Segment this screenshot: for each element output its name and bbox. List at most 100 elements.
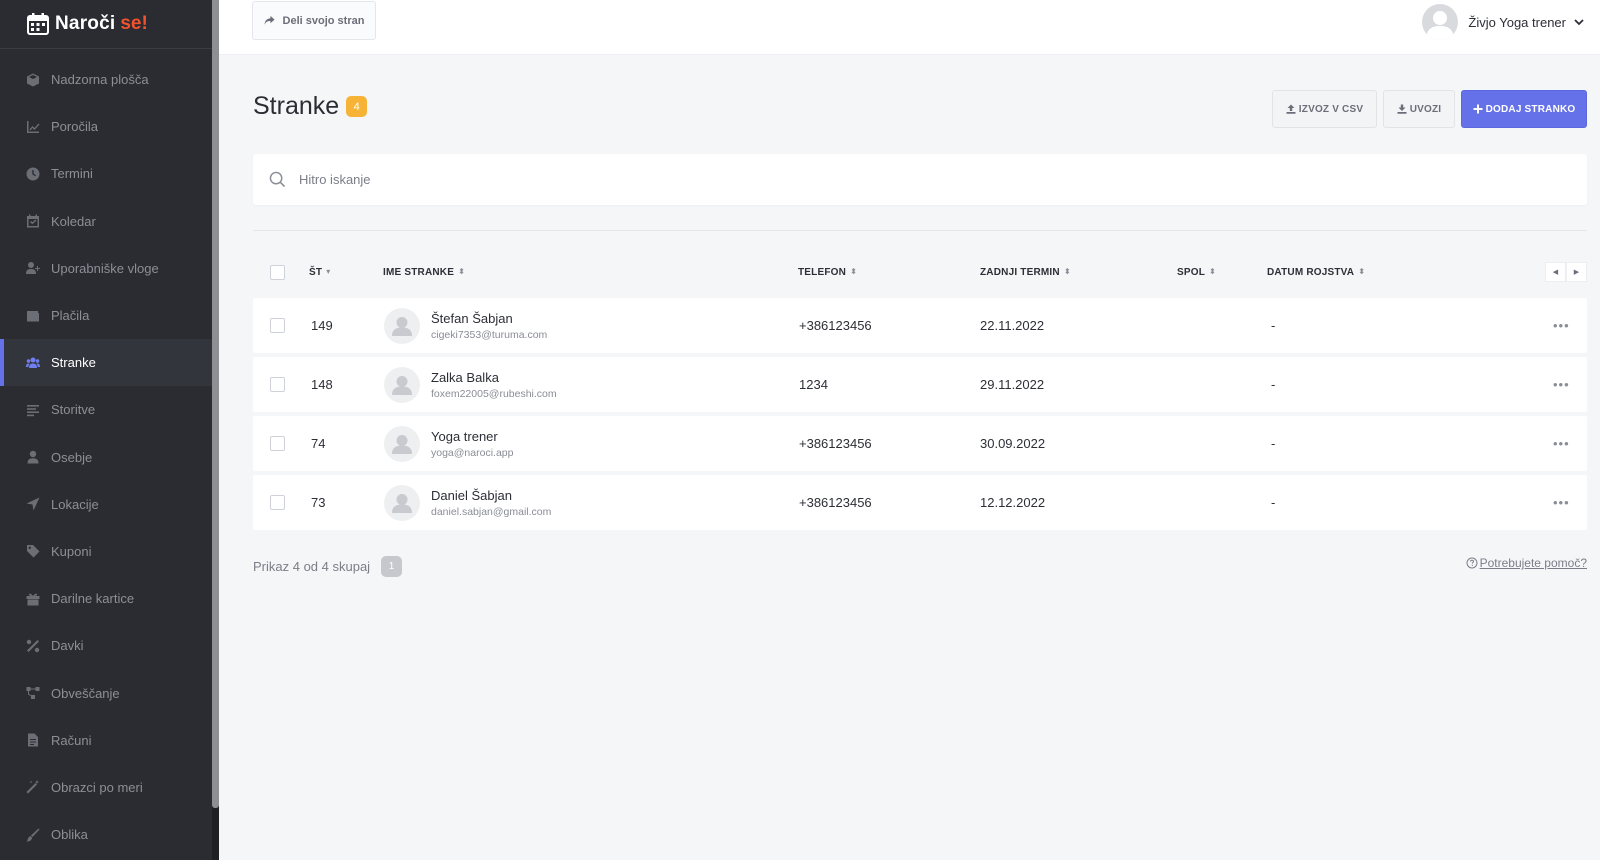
sidebar-item-calendar[interactable]: Koledar xyxy=(0,198,212,245)
sidebar-scrollbar[interactable] xyxy=(212,0,219,860)
add-client-label: DODAJ STRANKO xyxy=(1485,103,1576,115)
sort-icon: ⬍ xyxy=(850,267,857,276)
row-select-cell xyxy=(270,416,285,471)
sidebar-item-label: Osebje xyxy=(51,449,93,465)
sidebar-item-appointments[interactable]: Termini xyxy=(0,150,212,197)
list-icon xyxy=(26,403,40,417)
sidebar: Naroči se! Nadzorna plošča Poročila Term… xyxy=(0,0,212,860)
scroll-right-button[interactable]: ▶ xyxy=(1566,262,1587,282)
section-divider xyxy=(253,230,1587,231)
client-name[interactable]: Štefan Šabjan xyxy=(431,311,547,326)
sidebar-item-invoices[interactable]: Računi xyxy=(0,717,212,764)
help-link-label: Potrebujete pomoč? xyxy=(1479,556,1587,570)
client-avatar xyxy=(384,366,420,403)
page-number-button[interactable]: 1 xyxy=(381,556,403,577)
wallet-icon xyxy=(26,309,40,323)
row-checkbox[interactable] xyxy=(270,436,285,451)
client-email: foxem22005@rubeshi.com xyxy=(431,387,557,400)
sidebar-item-reports[interactable]: Poročila xyxy=(0,103,212,150)
client-count-badge: 4 xyxy=(346,96,368,117)
column-header-last-appointment[interactable]: ZADNJI TERMIN ⬍ xyxy=(980,262,1071,282)
user-name: Živjo Yoga trener xyxy=(1468,14,1566,30)
sort-icon: ⬍ xyxy=(1063,267,1071,276)
client-last-appointment: 30.09.2022 xyxy=(980,436,1046,451)
page-title-text: Stranke xyxy=(253,92,340,120)
client-phone: +386123456 xyxy=(799,318,872,333)
column-header-name[interactable]: IME STRANKE ⬍ xyxy=(383,262,465,282)
client-name[interactable]: Yoga trener xyxy=(431,429,513,444)
client-last-appointment: 22.11.2022 xyxy=(980,318,1045,333)
sidebar-scrollbar-thumb[interactable] xyxy=(212,0,219,808)
sidebar-item-taxes[interactable]: Davki xyxy=(0,622,212,669)
export-csv-button[interactable]: IZVOZ V CSV xyxy=(1272,90,1377,128)
user-avatar xyxy=(1422,4,1459,40)
help-link[interactable]: Potrebujete pomoč? xyxy=(1466,556,1587,570)
client-gender: - xyxy=(1271,495,1276,510)
search-input[interactable] xyxy=(299,172,899,187)
client-name[interactable]: Zalka Balka xyxy=(431,370,557,385)
pagination-summary: Prikaz 4 od 4 skupaj xyxy=(253,559,371,574)
client-email: yoga@naroci.app xyxy=(431,446,514,459)
client-email: cigeki7353@turuma.com xyxy=(431,328,548,341)
sidebar-item-label: Kuponi xyxy=(51,543,92,559)
client-number: 149 xyxy=(311,318,333,333)
export-csv-label: IZVOZ V CSV xyxy=(1298,103,1364,115)
sidebar-item-roles[interactable]: Uporabniške vloge xyxy=(0,245,212,292)
column-header-phone[interactable]: TELEFON ⬍ xyxy=(798,262,857,282)
row-checkbox[interactable] xyxy=(270,377,285,392)
column-header-num[interactable]: ŠT ▾ xyxy=(309,262,330,282)
sidebar-item-clients[interactable]: Stranke xyxy=(0,339,212,387)
client-cell: Zalka Balka foxem22005@rubeshi.com xyxy=(384,357,557,412)
import-label: UVOZI xyxy=(1409,103,1442,115)
sidebar-item-locations[interactable]: Lokacije xyxy=(0,481,212,528)
table-row[interactable]: 148 Zalka Balka foxem22005@rubeshi.com 1… xyxy=(253,357,1587,412)
box-icon xyxy=(26,73,40,87)
sidebar-item-services[interactable]: Storitve xyxy=(0,386,212,433)
add-client-button[interactable]: DODAJ STRANKO xyxy=(1461,90,1587,128)
client-avatar xyxy=(384,425,420,462)
client-name[interactable]: Daniel Šabjan xyxy=(431,488,551,503)
sidebar-item-dashboard[interactable]: Nadzorna plošča xyxy=(0,56,212,103)
sidebar-item-forms[interactable]: Obrazci po meri xyxy=(0,764,212,811)
row-actions-icon[interactable]: ••• xyxy=(1553,416,1570,471)
table-row[interactable]: 74 Yoga trener yoga@naroci.app +38612345… xyxy=(253,416,1587,471)
user-plus-icon xyxy=(26,261,40,275)
select-all-checkbox[interactable] xyxy=(270,264,285,280)
calendar-icon xyxy=(26,214,40,228)
client-gender: - xyxy=(1271,377,1276,392)
sidebar-item-notifications[interactable]: Obveščanje xyxy=(0,669,212,716)
table-row[interactable]: 73 Daniel Šabjan daniel.sabjan@gmail.com… xyxy=(253,475,1587,530)
row-actions-icon[interactable]: ••• xyxy=(1553,357,1570,412)
row-checkbox[interactable] xyxy=(270,318,285,333)
brand-logo[interactable]: Naroči se! xyxy=(0,0,212,49)
import-button[interactable]: UVOZI xyxy=(1383,90,1455,128)
sidebar-item-payments[interactable]: Plačila xyxy=(0,292,212,339)
client-gender: - xyxy=(1271,436,1276,451)
sidebar-item-label: Plačila xyxy=(51,308,90,324)
sidebar-item-label: Uporabniške vloge xyxy=(51,260,159,276)
row-actions-icon[interactable]: ••• xyxy=(1553,475,1570,530)
row-select-cell xyxy=(270,298,285,353)
client-number: 148 xyxy=(311,377,333,392)
row-actions-icon[interactable]: ••• xyxy=(1553,298,1570,353)
sort-icon: ⬍ xyxy=(1209,267,1216,276)
sidebar-item-label: Oblika xyxy=(51,827,88,843)
page-title: Stranke 4 xyxy=(253,92,368,121)
sidebar-item-coupons[interactable]: Kuponi xyxy=(0,528,212,575)
share-page-button[interactable]: Deli svojo stran xyxy=(252,1,376,40)
table-row[interactable]: 149 Štefan Šabjan cigeki7353@turuma.com … xyxy=(253,298,1587,353)
user-icon xyxy=(26,450,40,464)
user-menu[interactable]: Živjo Yoga trener xyxy=(1422,4,1584,40)
column-header-birthdate[interactable]: DATUM ROJSTVA ⬍ xyxy=(1267,262,1365,282)
sidebar-item-label: Nadzorna plošča xyxy=(51,72,149,88)
download-icon xyxy=(1397,104,1407,114)
scroll-left-button[interactable]: ◀ xyxy=(1545,262,1566,282)
sidebar-item-design[interactable]: Oblika xyxy=(0,811,212,858)
sidebar-item-staff[interactable]: Osebje xyxy=(0,434,212,481)
column-header-gender[interactable]: SPOL ⬍ xyxy=(1177,262,1216,282)
client-phone: 1234 xyxy=(799,377,828,392)
sidebar-item-label: Termini xyxy=(51,166,93,182)
sidebar-item-giftcards[interactable]: Darilne kartice xyxy=(0,575,212,622)
sort-icon: ⬍ xyxy=(458,267,465,276)
row-checkbox[interactable] xyxy=(270,495,285,510)
